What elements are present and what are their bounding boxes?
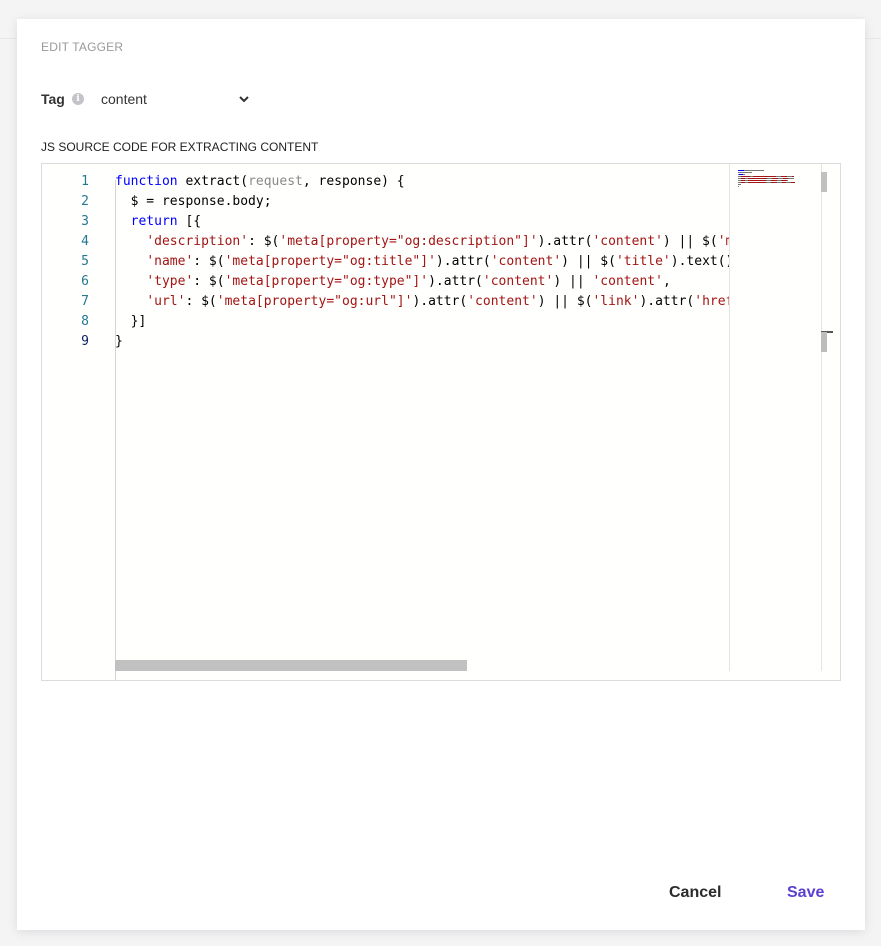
minimap-line — [755, 170, 763, 171]
save-button[interactable]: Save — [781, 883, 830, 903]
code-line: $ = response.body; — [115, 194, 272, 209]
tag-select[interactable]: content — [101, 89, 251, 111]
minimap-line — [741, 176, 750, 177]
chevron-down-icon — [239, 89, 249, 109]
line-number: 3 — [81, 214, 89, 229]
line-number: 9 — [81, 334, 89, 349]
minimap-slider[interactable] — [821, 172, 827, 192]
minimap-line — [753, 176, 776, 177]
dialog-title: EDIT TAGGER — [41, 40, 124, 54]
minimap-line — [792, 176, 794, 177]
code-line: function extract(request, response) { — [115, 174, 405, 189]
code-line: return [{ — [130, 214, 202, 229]
code-editor[interactable]: 1 2 3 4 5 6 7 8 9 function extract(request, resp… — [41, 163, 841, 681]
info-icon[interactable]: i — [72, 93, 84, 105]
line-number: 8 — [81, 314, 89, 329]
minimap-line — [738, 186, 739, 187]
minimap[interactable] — [729, 164, 822, 671]
horizontal-scrollbar[interactable] — [115, 660, 467, 671]
line-number: 6 — [81, 274, 89, 289]
minimap-line — [787, 180, 788, 181]
minimap-line — [763, 170, 764, 171]
line-number: 2 — [81, 194, 89, 209]
code-line: 'type': $('meta[property="og:type"]').at… — [146, 274, 671, 289]
minimap-line — [748, 180, 766, 181]
code-label: JS SOURCE CODE FOR EXTRACTING CONTENT — [41, 140, 319, 154]
code-line: }] — [115, 314, 147, 329]
line-number: 4 — [81, 234, 89, 249]
code-line: 'name': $('meta[property="og:title"]').a… — [146, 254, 729, 269]
tag-label: Tag — [41, 91, 65, 107]
vertical-scrollbar-thumb[interactable] — [821, 332, 827, 352]
vertical-scrollbar[interactable] — [821, 164, 834, 671]
code-line: 'url': $('meta[property="og:url"]').attr… — [146, 294, 729, 309]
code-line: 'description': $('meta[property="og:desc… — [146, 234, 729, 249]
minimap-line — [748, 182, 766, 183]
code-line: } — [115, 334, 123, 349]
edit-tagger-dialog: EDIT TAGGER Tag i content JS SOURCE CODE… — [17, 19, 865, 930]
minimap-line — [791, 182, 795, 183]
line-number-gutter: 1 2 3 4 5 6 7 8 9 — [42, 164, 115, 680]
minimap-line — [743, 174, 745, 175]
cancel-button[interactable]: Cancel — [663, 883, 727, 903]
minimap-line — [748, 178, 767, 179]
minimap-line — [788, 178, 794, 179]
minimap-line — [738, 172, 752, 173]
line-number: 7 — [81, 294, 89, 309]
tag-select-value: content — [101, 91, 147, 107]
code-area[interactable]: function extract(request, response) { $ … — [115, 164, 729, 680]
line-number: 5 — [81, 254, 89, 269]
line-number: 1 — [81, 174, 89, 189]
minimap-line — [738, 184, 741, 185]
